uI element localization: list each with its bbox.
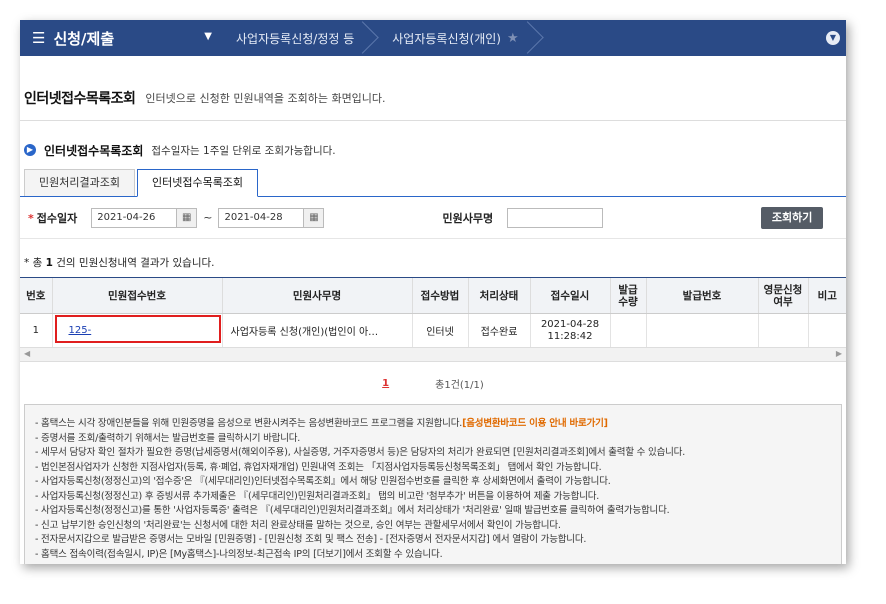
cell-date: 2021-04-28 11:28:42	[529, 313, 610, 348]
hamburger-icon: ☰	[32, 29, 46, 47]
main-window: ☰ 신청/제출 ▼ 사업자등록신청/정정 등 사업자등록신청(개인) ★ ▼ 인…	[20, 20, 846, 564]
cell-receipt-number: 125-	[51, 313, 222, 348]
voice-barcode-link[interactable]: [음성변환바코드 이용 안내 바로가기]	[462, 418, 608, 429]
col-header: 민원사무명	[221, 277, 412, 314]
tab-result-inquiry[interactable]: 민원처리결과조회	[24, 169, 135, 196]
chevron-down-icon: ▼	[204, 31, 212, 42]
calendar-icon[interactable]: ▦	[177, 207, 198, 228]
notice-item: - 홈택스 접속이력(접속일시, IP)은 [My홈택스]-나의정보-최근접속 …	[35, 548, 443, 560]
highlight-box	[54, 315, 221, 343]
calendar-icon[interactable]: ▦	[304, 207, 325, 228]
notice-item: - 증명서를 조회/출력하기 위해서는 발급번호를 클릭하시기 바랍니다.	[35, 432, 301, 444]
section-header: ▶ 인터넷접수목록조회 접수일자는 1주일 단위로 조회가능합니다.	[20, 121, 846, 161]
breadcrumb-item-2[interactable]: 사업자등록신청(개인) ★	[376, 20, 540, 56]
col-header: 접수일시	[529, 277, 610, 314]
notice-item: - 신고 납부기한 승인신청의 '처리완료'는 신청서에 대한 처리 완료상태를…	[35, 519, 561, 531]
notice-text: - 홈택스는 시각 장애인분들을 위해 민원증명을 음성으로 변환시켜주는 음성…	[35, 418, 463, 429]
result-count: 1	[45, 257, 53, 269]
breadcrumb-label: 사업자등록신청/정정 등	[236, 31, 355, 46]
notice-item: - 전자문서지갑으로 발급받은 증명서는 모바일 [민원증명] - [민원신청 …	[35, 534, 587, 545]
col-header: 민원접수번호	[51, 277, 222, 314]
scroll-left-icon[interactable]: ◀	[24, 349, 30, 358]
date-to-input[interactable]: 2021-04-28	[218, 207, 305, 228]
breadcrumb-item-1[interactable]: 사업자등록신청/정정 등	[220, 20, 376, 56]
notice-item: - 사업자등록신청(정정신고)의 '접수증'은 『(세무대리인)인터넷접수목록조…	[35, 476, 611, 487]
cell-no: 1	[20, 313, 52, 348]
cell-qty	[609, 313, 646, 348]
tab-internet-receipt-list[interactable]: 인터넷접수목록조회	[136, 169, 259, 197]
result-suffix: 건의 민원신청내역 결과가 있습니다.	[56, 257, 215, 269]
search-button[interactable]: 조회하기	[761, 206, 824, 229]
cell-english	[757, 313, 808, 348]
pagination: 1 총1건(1/1)	[20, 362, 846, 404]
total-count: 총1건(1/1)	[435, 379, 484, 391]
col-header: 영문신청 여부	[757, 277, 808, 314]
scroll-right-icon[interactable]: ▶	[836, 349, 842, 358]
arrow-bullet-icon: ▶	[24, 144, 36, 156]
col-header: 비고	[807, 277, 846, 314]
breadcrumb-label: 사업자등록신청(개인)	[392, 31, 501, 46]
service-label: 민원사무명	[442, 211, 494, 225]
page-description: 인터넷으로 신청한 민원내역을 조회하는 화면입니다.	[145, 92, 386, 105]
table-row: 1 125- 사업자등록 신청(개인)(법인이 아… 인터넷 접수완료 2021…	[20, 313, 846, 348]
notice-item: - 사업자등록신청(정정신고) 후 증빙서류 추가제출은 『(세무대리인)민원처…	[35, 490, 600, 502]
tab-bar: 민원처리결과조회 인터넷접수목록조회	[20, 169, 846, 197]
notice-item: - 홈택스는 시각 장애인분들을 위해 민원증명을 음성으로 변환시켜주는 음성…	[35, 417, 831, 432]
search-bar: * 접수일자 2021-04-26 ▦ ~ 2021-04-28 ▦ 민원사무명 …	[20, 197, 846, 239]
notice-item: - 법인본점사업자가 신청한 지점사업자(등록, 휴·폐업, 휴업자재개업) 민…	[35, 461, 602, 473]
horizontal-scrollbar[interactable]: ◀ ▶	[20, 348, 846, 362]
col-header: 발급 수량	[609, 277, 646, 314]
col-header: 발급번호	[645, 277, 758, 314]
collapse-icon[interactable]: ▼	[826, 31, 840, 45]
required-mark: *	[28, 211, 34, 225]
result-summary: * 총 1 건의 민원신청내역 결과가 있습니다.	[20, 239, 846, 277]
receipt-table: 번호 민원접수번호 민원사무명 접수방법 처리상태 접수일시 발급 수량 발급번…	[20, 277, 846, 348]
top-nav: ☰ 신청/제출 ▼ 사업자등록신청/정정 등 사업자등록신청(개인) ★ ▼	[20, 20, 846, 56]
date-label: * 접수일자	[28, 210, 77, 226]
cell-remark	[807, 313, 846, 348]
menu-label: 신청/제출	[53, 29, 115, 48]
notice-item: - 세무서 담당자 확인 절차가 필요한 증명(납세증명서(해외이주용), 사실…	[35, 447, 686, 458]
cell-method: 인터넷	[411, 313, 468, 348]
time-text: 11:28:42	[547, 330, 593, 342]
date-from-input[interactable]: 2021-04-26	[91, 207, 178, 228]
cell-issue-number	[645, 313, 758, 348]
page-title: 인터넷접수목록조회	[24, 91, 136, 107]
col-header: 접수방법	[411, 277, 468, 314]
star-icon[interactable]: ★	[507, 31, 519, 46]
notice-box: - 홈택스는 시각 장애인분들을 위해 민원증명을 음성으로 변환시켜주는 음성…	[24, 404, 842, 564]
service-input[interactable]	[507, 207, 604, 228]
table-header-row: 번호 민원접수번호 민원사무명 접수방법 처리상태 접수일시 발급 수량 발급번…	[20, 277, 846, 314]
col-header: 처리상태	[467, 277, 530, 314]
cell-status: 접수완료	[467, 313, 530, 348]
cell-service: 사업자등록 신청(개인)(법인이 아…	[221, 313, 412, 348]
date-text: 2021-04-28	[540, 318, 600, 330]
page-number[interactable]: 1	[382, 378, 389, 389]
notice-item: - 사업자등록신청(정정신고)를 통한 '사업자등록증' 출력은 『(세무대리인…	[35, 505, 670, 516]
page-header: 인터넷접수목록조회 인터넷으로 신청한 민원내역을 조회하는 화면입니다.	[20, 56, 846, 120]
date-label-text: 접수일자	[36, 211, 78, 225]
date-separator: ~	[203, 211, 213, 224]
section-note: 접수일자는 1주일 단위로 조회가능합니다.	[151, 144, 336, 157]
section-title: 인터넷접수목록조회	[44, 143, 144, 158]
col-header: 번호	[20, 277, 52, 314]
menu-button[interactable]: ☰ 신청/제출 ▼	[20, 20, 220, 56]
result-prefix: * 총	[24, 257, 43, 269]
